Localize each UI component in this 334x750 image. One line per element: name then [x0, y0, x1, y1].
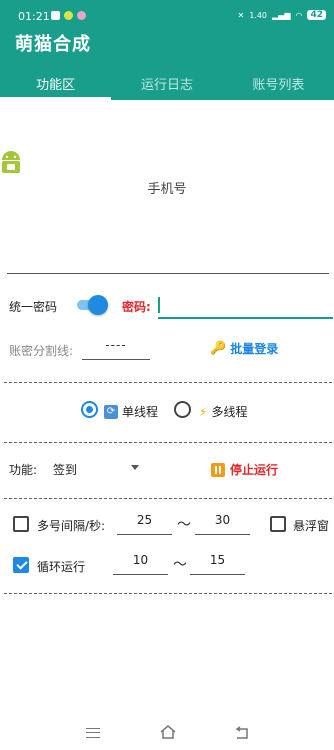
single-thread-radio[interactable]: [81, 401, 98, 418]
loop-min-input[interactable]: 10: [113, 553, 168, 575]
notification-icon: [77, 11, 86, 20]
text-caret: [158, 297, 160, 313]
range-tilde: ～: [177, 517, 191, 533]
function-select[interactable]: 签到: [53, 461, 77, 478]
refresh-icon: ⟳: [104, 404, 118, 419]
signal-icon: ▂▄▆: [272, 10, 291, 20]
loop-checkbox[interactable]: [13, 557, 29, 573]
phone-input[interactable]: 手机号: [0, 178, 334, 197]
dropdown-arrow-icon[interactable]: [131, 465, 139, 470]
notification-icons: [51, 11, 86, 20]
back-icon[interactable]: [234, 726, 250, 740]
mute-icon: ✕: [237, 10, 245, 20]
function-label: 功能:: [9, 463, 38, 477]
status-right: ✕ 1.40 ▂▄▆ ◠ 42: [237, 10, 326, 20]
battery-icon: 42: [307, 10, 326, 20]
divider: [4, 498, 332, 499]
single-thread-option[interactable]: ⟳ 单线程: [104, 403, 158, 420]
password-label: 密码:: [122, 300, 151, 314]
divider: [4, 442, 332, 443]
key-icon: 🔑: [210, 341, 227, 356]
loop-max-input[interactable]: 15: [190, 553, 245, 575]
app-title: 萌猫合成: [15, 34, 91, 55]
home-icon[interactable]: [160, 725, 176, 739]
float-window-label: 悬浮窗: [293, 519, 330, 533]
notification-icon: [51, 11, 60, 20]
separator-input[interactable]: ----: [82, 338, 150, 360]
interval-min-input[interactable]: 25: [117, 513, 172, 535]
phone-input-underline: [7, 273, 329, 274]
android-robot-icon[interactable]: [0, 150, 22, 176]
batch-login-button[interactable]: 🔑 批量登录: [210, 340, 278, 357]
unified-password-label: 统一密码: [9, 300, 58, 314]
single-thread-label: 单线程: [122, 405, 159, 419]
unified-password-toggle[interactable]: [76, 295, 108, 315]
loop-label: 循环运行: [37, 560, 86, 574]
stop-run-button[interactable]: 停止运行: [211, 461, 278, 478]
float-window-checkbox[interactable]: [270, 516, 286, 532]
tab-account-list[interactable]: 账号列表: [223, 64, 334, 100]
tab-run-log[interactable]: 运行日志: [111, 64, 222, 100]
interval-max-input[interactable]: 30: [195, 513, 250, 535]
multi-thread-radio[interactable]: [174, 401, 191, 418]
multi-thread-option[interactable]: ⚡ 多线程: [199, 403, 247, 420]
password-input[interactable]: [158, 293, 333, 319]
pause-icon: [211, 462, 225, 477]
batch-login-label: 批量登录: [230, 342, 279, 356]
recents-icon[interactable]: [86, 728, 100, 738]
divider: [4, 382, 332, 383]
tab-bar: 功能区 运行日志 账号列表: [0, 64, 334, 100]
range-tilde: ～: [173, 557, 187, 573]
separator-label: 账密分割线:: [9, 344, 74, 358]
notification-icon: [64, 11, 73, 20]
multi-thread-label: 多线程: [211, 405, 248, 419]
speed-indicator: 1.40: [249, 10, 268, 20]
status-time: 01:21: [18, 10, 50, 23]
lightning-icon: ⚡: [199, 404, 208, 419]
status-bar: 01:21 ✕ 1.40 ▂▄▆ ◠ 42: [0, 0, 334, 28]
interval-checkbox[interactable]: [13, 516, 29, 532]
system-nav-bar: [0, 716, 334, 750]
app-bar: 萌猫合成: [0, 28, 334, 64]
divider: [4, 593, 332, 594]
interval-label: 多号间隔/秒:: [37, 519, 106, 533]
toggle-knob: [88, 295, 108, 315]
tab-functions[interactable]: 功能区: [0, 64, 112, 100]
stop-run-label: 停止运行: [230, 463, 279, 477]
wifi-icon: ◠: [295, 10, 303, 20]
